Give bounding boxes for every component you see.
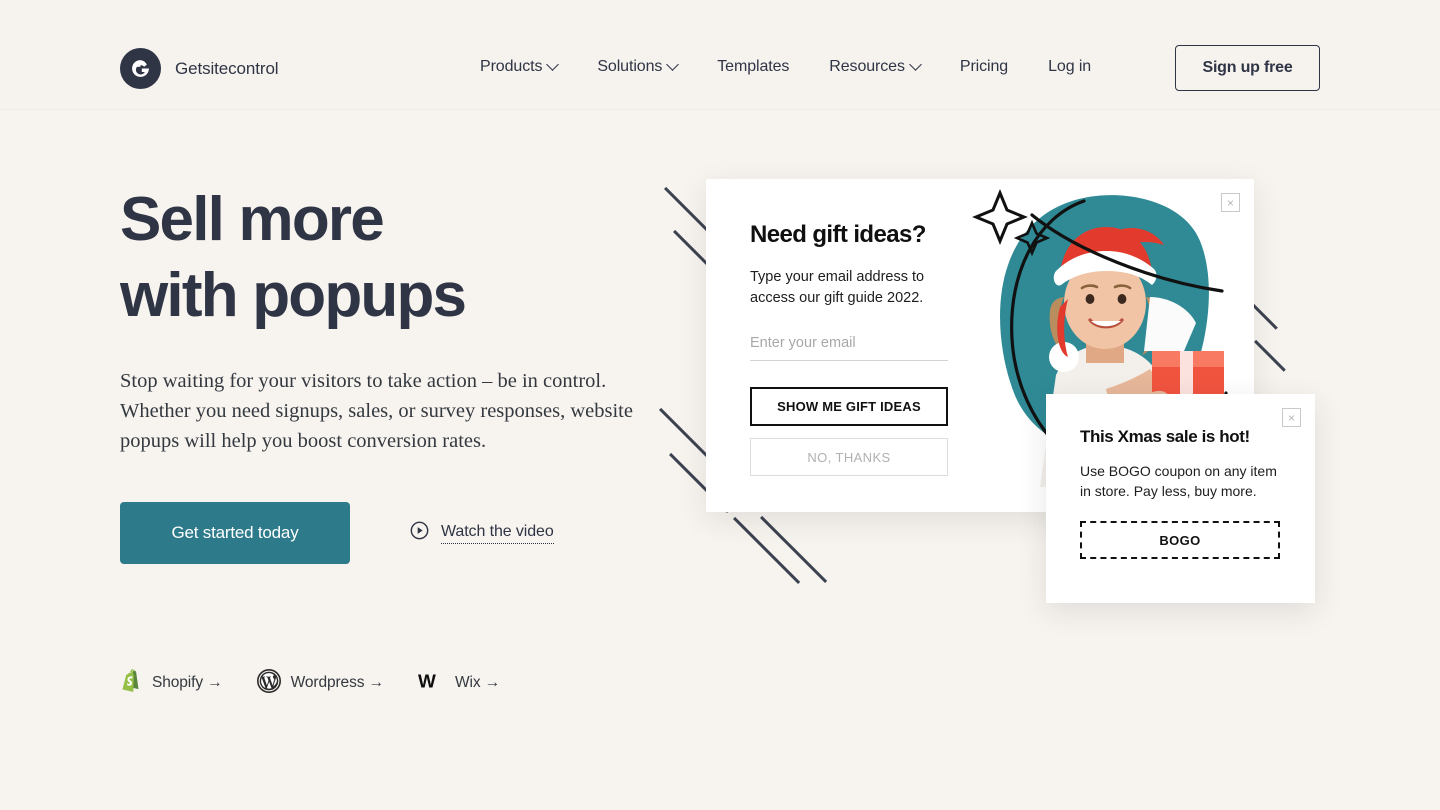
close-icon[interactable]: × [1221, 193, 1240, 212]
watch-video-link[interactable]: Watch the video [410, 521, 554, 545]
integration-wordpress[interactable]: Wordpress → [256, 668, 384, 698]
close-icon[interactable]: × [1282, 408, 1301, 427]
getsitecontrol-logo-icon [120, 48, 161, 89]
page-title: Sell more with popups [120, 182, 680, 334]
xmas-popup-text: Use BOGO coupon on any item in store. Pa… [1080, 463, 1277, 499]
email-popup-content: Need gift ideas? Type your email address… [750, 220, 960, 476]
xmas-popup-content: This Xmas sale is hot! Use BOGO coupon o… [1080, 427, 1282, 559]
hero-title-line-2: with popups [120, 261, 467, 330]
brand-name: Getsitecontrol [175, 58, 279, 78]
chevron-down-icon [666, 57, 680, 71]
hero-actions: Get started today Watch the video [120, 502, 680, 564]
hero-subtitle: Stop waiting for your visitors to take a… [120, 370, 633, 452]
site-header: Getsitecontrol Products Solutions Templa… [0, 0, 1440, 110]
svg-text:W: W [418, 671, 436, 692]
nav-label: Resources [829, 58, 905, 75]
chevron-down-icon [546, 57, 560, 71]
integration-label: Wix → [454, 674, 501, 691]
nav-item-solutions[interactable]: Solutions [577, 50, 697, 84]
get-started-button[interactable]: Get started today [120, 502, 350, 564]
integration-wix[interactable]: W Wix → [418, 670, 500, 697]
coupon-code-button[interactable]: BOGO [1080, 521, 1280, 559]
sign-up-free-button[interactable]: Sign up free [1175, 45, 1320, 91]
diagonal-line [760, 516, 827, 584]
watch-video-label: Watch the video [441, 523, 554, 544]
nav-item-pricing[interactable]: Pricing [940, 50, 1028, 84]
nav-label: Log in [1048, 58, 1092, 75]
wix-icon: W [418, 670, 445, 697]
integration-shopify[interactable]: Shopify → [120, 668, 223, 698]
nav-item-login[interactable]: Log in [1028, 50, 1111, 84]
wordpress-icon [256, 668, 281, 698]
hero-section: Sell more with popups Stop waiting for y… [120, 182, 680, 564]
chevron-down-icon [909, 57, 922, 71]
show-me-gift-ideas-button[interactable]: SHOW ME GIFT IDEAS [750, 387, 948, 426]
diagonal-line [1254, 340, 1286, 372]
nav-item-templates[interactable]: Templates [697, 50, 809, 84]
main-nav: Products Solutions Templates Resources P… [470, 50, 1111, 84]
nav-label: Products [480, 58, 543, 75]
integration-label: Shopify → [152, 674, 223, 691]
play-circle-icon [410, 521, 429, 545]
nav-item-resources[interactable]: Resources [809, 50, 940, 84]
shopify-icon [120, 668, 142, 698]
diagonal-line [733, 517, 800, 585]
email-popup-text: Type your email address to access our gi… [750, 269, 925, 306]
xmas-popup-card: This Xmas sale is hot! Use BOGO coupon o… [1046, 394, 1315, 603]
email-input[interactable] [750, 331, 948, 361]
hero-title-line-1: Sell more [120, 185, 385, 254]
nav-label: Solutions [597, 58, 663, 75]
nav-label: Templates [717, 58, 790, 75]
integrations-list: Shopify → Wordpress → W Wix → [120, 668, 500, 698]
nav-item-products[interactable]: Products [470, 50, 577, 84]
xmas-popup-title: This Xmas sale is hot! [1080, 427, 1250, 446]
nav-label: Pricing [959, 58, 1009, 75]
no-thanks-button[interactable]: NO, THANKS [750, 438, 948, 476]
integration-label: Wordpress → [290, 674, 384, 691]
brand-logo-link[interactable]: Getsitecontrol [120, 48, 279, 89]
email-popup-title: Need gift ideas? [750, 221, 926, 248]
